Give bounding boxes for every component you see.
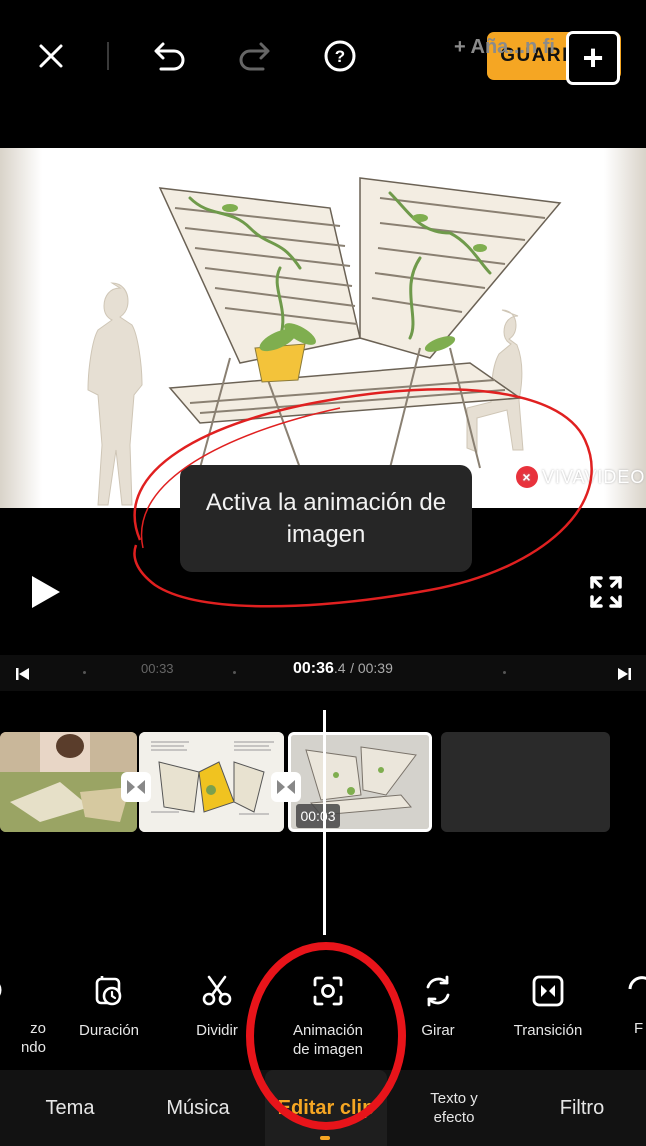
timeline-tick [503, 671, 506, 674]
tab-filter[interactable]: Filtro [532, 1070, 632, 1146]
tool-partial-left[interactable]: zo ndo [0, 975, 50, 1057]
help-icon[interactable]: ? [314, 30, 366, 82]
current-time-fraction: .4 [333, 660, 346, 676]
skip-start-icon[interactable] [16, 667, 30, 685]
image-animation-icon [313, 976, 343, 1006]
partial-icon [628, 976, 646, 990]
clip-thumbnail[interactable] [139, 732, 284, 832]
redo-icon[interactable] [228, 30, 280, 82]
add-clip-label[interactable]: + Aña...n fi [454, 36, 555, 59]
bottom-tab-bar: Tema Música Editar clip Texto y efecto F… [0, 1070, 646, 1146]
watermark-close-icon[interactable]: × [516, 466, 538, 488]
tool-label: Girar [421, 1022, 455, 1039]
tab-text-effect[interactable]: Texto y efecto [404, 1070, 504, 1146]
watermark-label: VIVAVIDEO [542, 466, 646, 487]
partial-icon [0, 984, 2, 996]
tool-label: zo ndo [20, 1020, 46, 1056]
tab-edit-clip[interactable]: Editar clip [265, 1070, 387, 1146]
toolbar-divider [107, 42, 109, 70]
playhead[interactable] [323, 710, 326, 935]
add-clip-slot[interactable] [441, 732, 610, 832]
close-icon[interactable] [25, 30, 77, 82]
tool-label: F [634, 1020, 644, 1037]
tool-rotate[interactable]: Girar [383, 975, 493, 1040]
top-bar: ? GUARDAR [0, 0, 646, 118]
hint-tooltip: Activa la animación de imagen [180, 465, 472, 572]
tool-label: Dividir [196, 1022, 238, 1039]
undo-icon[interactable] [144, 30, 196, 82]
clip-thumbnail[interactable] [0, 732, 137, 832]
tool-partial-right[interactable]: F [586, 975, 646, 1038]
svg-text:?: ? [335, 47, 345, 66]
duration-icon [95, 976, 122, 1006]
timeline-mark: 00:33 [141, 661, 174, 676]
scissors-icon [202, 975, 232, 1006]
add-clip-button[interactable]: + [566, 31, 620, 85]
fullscreen-icon[interactable] [588, 574, 624, 610]
timeline-tick [233, 671, 236, 674]
transition-marker-icon[interactable] [271, 772, 301, 802]
tool-label: Duración [78, 1022, 140, 1039]
pavilion-illustration [87, 177, 562, 506]
skip-end-icon[interactable] [617, 667, 631, 685]
tab-music[interactable]: Música [148, 1070, 248, 1146]
tool-split[interactable]: Dividir [162, 975, 272, 1040]
play-icon[interactable] [28, 574, 62, 610]
timeline-tick [83, 671, 86, 674]
transition-marker-icon[interactable] [121, 772, 151, 802]
total-time: / 00:39 [350, 660, 393, 676]
tool-label: Animación de imagen [292, 1022, 364, 1058]
current-time-main: 00:36 [293, 660, 334, 677]
video-preview[interactable] [0, 148, 646, 508]
active-tab-indicator [320, 1136, 330, 1140]
tab-theme[interactable]: Tema [20, 1070, 120, 1146]
transition-icon [532, 975, 564, 1007]
current-time: 00:36.4 / 00:39 [293, 660, 393, 678]
tool-duration[interactable]: Duración [54, 975, 164, 1040]
watermark: × VIVAVIDEO [516, 466, 645, 488]
tool-image-animation[interactable]: Animación de imagen [273, 975, 383, 1059]
rotate-icon [426, 975, 450, 1007]
clip-duration-badge: 00:03 [296, 804, 340, 828]
